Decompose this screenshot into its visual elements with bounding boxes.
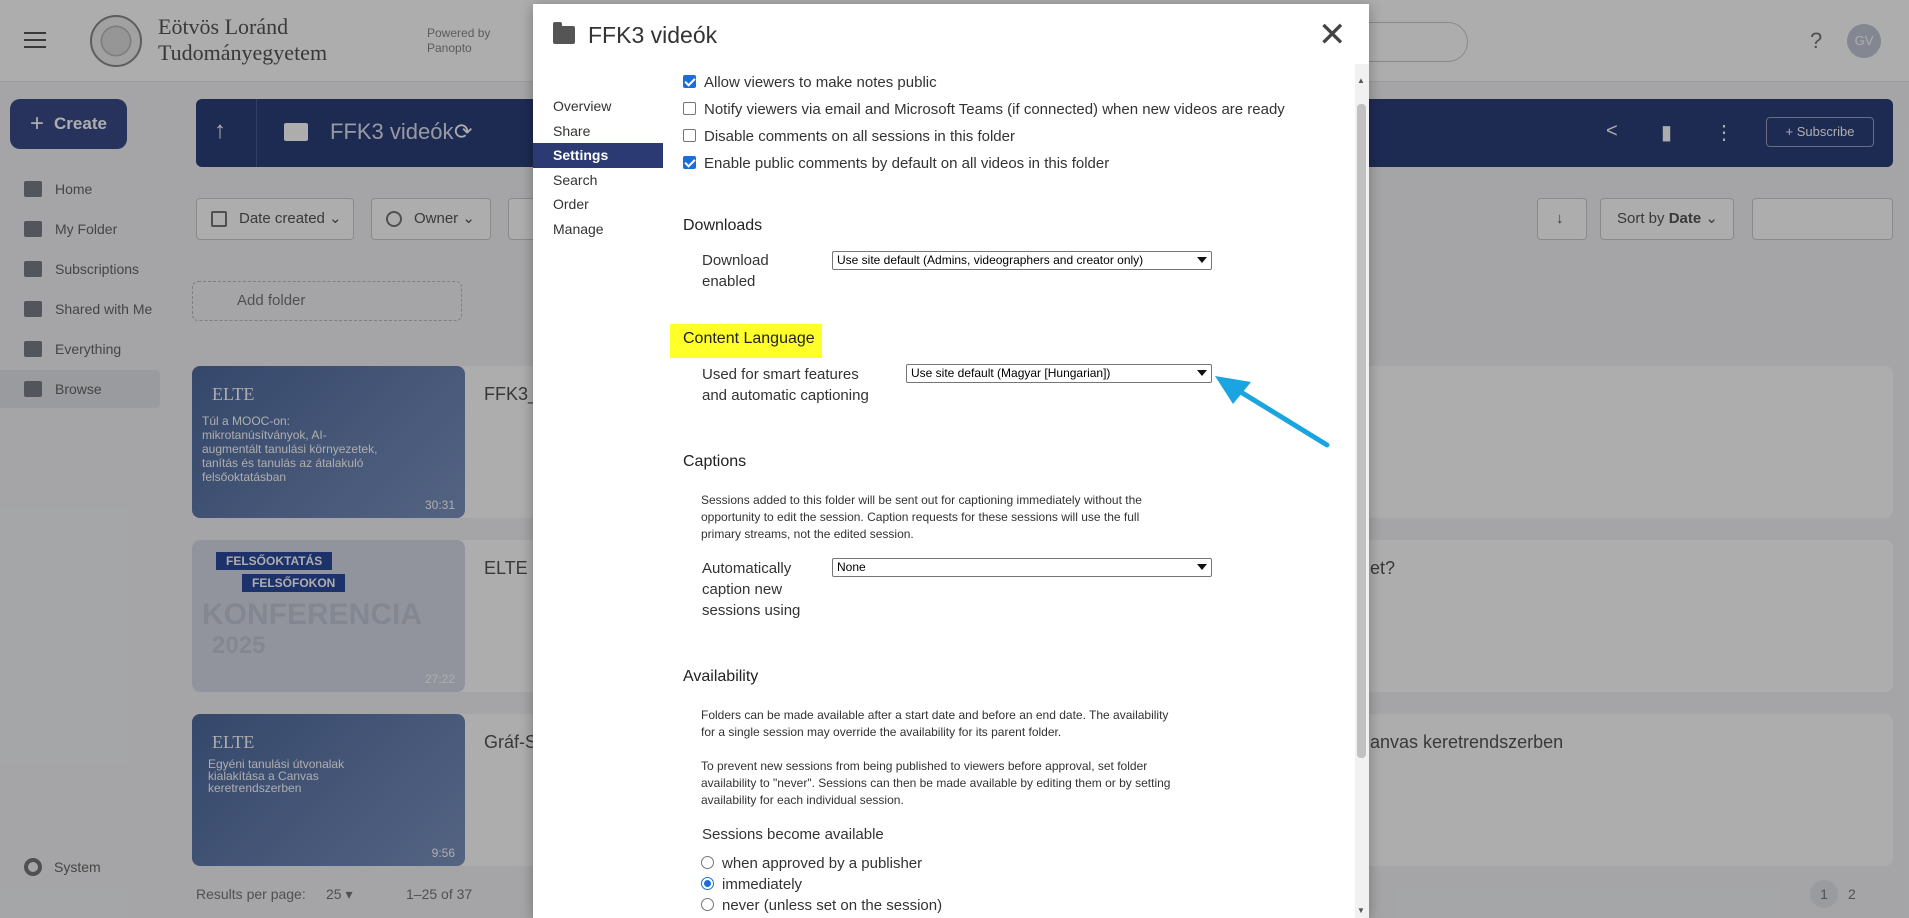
label-line: Download — [702, 252, 769, 269]
tab-overview[interactable]: Overview — [533, 94, 663, 119]
content-language-select[interactable]: Use site default (Magyar [Hungarian]) — [906, 364, 1212, 383]
dialog-title: FFK3 videók — [588, 22, 718, 48]
captions-heading: Captions — [683, 453, 747, 470]
pointer-arrow-icon — [1215, 376, 1330, 448]
availability-note-1: Folders can be made available after a st… — [701, 707, 1201, 741]
checkbox-unchecked-icon — [683, 129, 696, 142]
checkbox-checked-icon — [683, 156, 696, 169]
radio-unselected-icon — [701, 898, 714, 911]
folder-icon — [553, 22, 575, 44]
allow-notes-public-checkbox[interactable]: Allow viewers to make notes public — [683, 74, 937, 91]
radio-selected-icon — [701, 877, 714, 890]
paragraph-line: Sessions added to this folder will be se… — [701, 493, 1142, 507]
dialog-nav: Overview Share Settings Search Order Man… — [533, 94, 663, 241]
radio-immediately[interactable]: immediately — [701, 876, 802, 893]
dialog-header: FFK3 videók ✕ — [533, 4, 1369, 70]
auto-caption-select[interactable]: None — [832, 558, 1212, 577]
disable-comments-checkbox[interactable]: Disable comments on all sessions in this… — [683, 128, 1015, 145]
tab-manage[interactable]: Manage — [533, 217, 663, 242]
close-icon[interactable]: ✕ — [1318, 18, 1347, 52]
scroll-up-arrow-icon[interactable]: ▲ — [1357, 76, 1365, 85]
checkbox-label: Enable public comments by default on all… — [704, 155, 1110, 172]
checkbox-label: Allow viewers to make notes public — [704, 74, 937, 91]
checkbox-label: Notify viewers via email and Microsoft T… — [704, 101, 1285, 118]
paragraph-line: for a single session may override the av… — [701, 725, 1062, 739]
downloads-heading: Downloads — [683, 217, 763, 234]
paragraph-line: opportunity to edit the session. Caption… — [701, 510, 1140, 524]
sessions-available-heading: Sessions become available — [702, 826, 884, 843]
checkbox-label: Disable comments on all sessions in this… — [704, 128, 1015, 145]
content-language-heading: Content Language — [683, 330, 815, 347]
content-language-label: Used for smart features and automatic cap… — [702, 364, 869, 406]
download-enabled-select[interactable]: Use site default (Admins, videographers … — [832, 251, 1212, 270]
paragraph-line: availability to "never". Sessions can th… — [701, 776, 1171, 790]
radio-unselected-icon — [701, 856, 714, 869]
availability-heading: Availability — [683, 668, 759, 685]
radio-label: when approved by a publisher — [722, 855, 923, 872]
paragraph-line: Folders can be made available after a st… — [701, 708, 1169, 722]
select-value: Use site default (Magyar [Hungarian]) — [911, 366, 1111, 380]
paragraph-line: primary streams, not the edited session. — [701, 527, 914, 541]
tab-order[interactable]: Order — [533, 192, 663, 217]
folder-settings-dialog: Overview Share Settings Search Order Man… — [533, 4, 1369, 918]
auto-caption-label: Automatically caption new sessions using — [702, 558, 800, 621]
download-enabled-label: Download enabled — [702, 250, 769, 292]
label-line: Used for smart features — [702, 366, 859, 383]
radio-label: immediately — [722, 876, 803, 893]
paragraph-line: availability for each individual session… — [701, 793, 904, 807]
chevron-down-icon — [1197, 257, 1207, 263]
select-value: None — [837, 560, 866, 574]
label-line: sessions using — [702, 602, 801, 619]
label-line: caption new — [702, 581, 783, 598]
captions-note: Sessions added to this folder will be se… — [701, 492, 1201, 543]
checkbox-unchecked-icon — [683, 102, 696, 115]
label-line: and automatic captioning — [702, 387, 869, 404]
radio-when-approved[interactable]: when approved by a publisher — [701, 855, 922, 872]
chevron-down-icon — [1197, 564, 1207, 570]
paragraph-line: To prevent new sessions from being publi… — [701, 759, 1148, 773]
availability-note-2: To prevent new sessions from being publi… — [701, 758, 1201, 809]
scroll-down-arrow-icon[interactable]: ▼ — [1357, 906, 1365, 915]
label-line: enabled — [702, 273, 756, 290]
select-value: Use site default (Admins, videographers … — [837, 253, 1144, 267]
tab-settings[interactable]: Settings — [533, 143, 663, 168]
checkbox-checked-icon — [683, 75, 696, 88]
enable-public-comments-checkbox[interactable]: Enable public comments by default on all… — [683, 155, 1109, 172]
radio-label: never (unless set on the session) — [722, 897, 943, 914]
dialog-content: Overview Share Settings Search Order Man… — [533, 4, 1353, 918]
radio-never[interactable]: never (unless set on the session) — [701, 897, 942, 914]
tab-search[interactable]: Search — [533, 168, 663, 193]
scrollbar-thumb[interactable] — [1357, 104, 1366, 758]
label-line: Automatically — [702, 560, 792, 577]
tab-share[interactable]: Share — [533, 119, 663, 144]
notify-viewers-checkbox[interactable]: Notify viewers via email and Microsoft T… — [683, 101, 1285, 118]
